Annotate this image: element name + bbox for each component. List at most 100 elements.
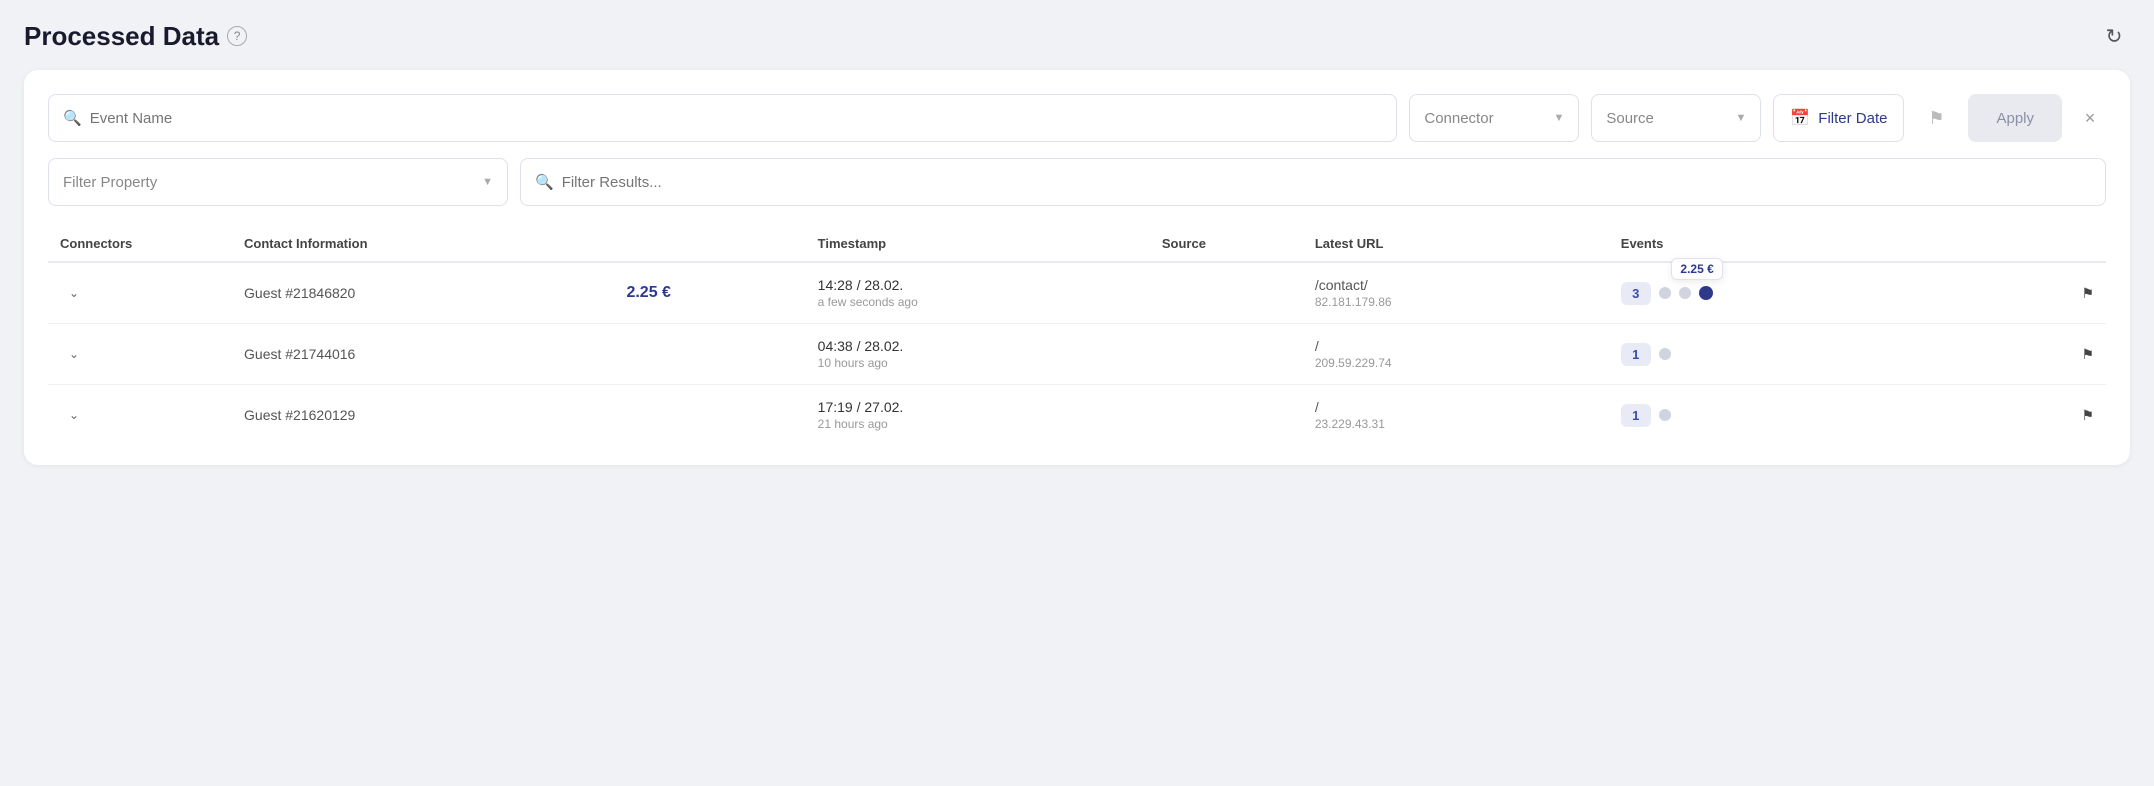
contact-cell: Guest #21846820: [232, 262, 614, 324]
th-flag: [2029, 226, 2106, 262]
close-button[interactable]: ×: [2074, 102, 2106, 134]
filter-row-2: Filter Property ▼ 🔍: [48, 158, 2106, 206]
expand-cell: ⌄: [48, 385, 232, 446]
page-title: Processed Data: [24, 21, 219, 52]
flag-cell[interactable]: ⚑: [2029, 262, 2106, 324]
url-cell: /contact/ 82.181.179.86: [1303, 262, 1609, 324]
filter-property-dropdown[interactable]: Filter Property ▼: [48, 158, 508, 206]
row-flag-icon: ⚑: [2081, 346, 2094, 362]
url-cell: / 209.59.229.74: [1303, 324, 1609, 385]
timestamp-ago: a few seconds ago: [818, 295, 1138, 309]
timestamp-main: 17:19 / 27.02.: [818, 399, 1138, 415]
th-contact-info: Contact Information: [232, 226, 614, 262]
flag-button[interactable]: ⚑: [1916, 94, 1956, 142]
contact-name: Guest #21620129: [244, 407, 355, 423]
th-connectors: Connectors: [48, 226, 232, 262]
th-timestamp: Timestamp: [806, 226, 1150, 262]
source-cell: [1150, 324, 1303, 385]
expand-button[interactable]: ⌄: [60, 340, 88, 368]
source-dropdown[interactable]: Source ▼: [1591, 94, 1761, 142]
event-dot: [1659, 287, 1671, 299]
filter-results-search-icon: 🔍: [535, 173, 554, 191]
flag-cell[interactable]: ⚑: [2029, 324, 2106, 385]
th-price: [614, 226, 805, 262]
th-events: Events: [1609, 226, 2030, 262]
events-cell: 1: [1609, 324, 2030, 385]
url-main: /: [1315, 399, 1597, 415]
connector-label: Connector: [1424, 110, 1493, 127]
connector-chevron-icon: ▼: [1553, 112, 1564, 124]
events-cell: 3 2.25 €: [1609, 262, 2030, 324]
filter-date-button[interactable]: 📅 Filter Date: [1773, 94, 1904, 142]
filter-results-search-wrapper: 🔍: [520, 158, 2106, 206]
event-dot-active: 2.25 €: [1699, 286, 1713, 300]
timestamp-ago: 21 hours ago: [818, 417, 1138, 431]
url-ip: 23.229.43.31: [1315, 417, 1597, 431]
event-name-input[interactable]: [90, 110, 1383, 127]
calendar-icon: 📅: [1790, 108, 1810, 128]
price-cell: [614, 385, 805, 446]
events-cell: 1: [1609, 385, 2030, 446]
table-header-row: Connectors Contact Information Timestamp…: [48, 226, 2106, 262]
table-row: ⌄ Guest #21846820 2.25 € 14:28 / 28.02. a f…: [48, 262, 2106, 324]
filter-property-label: Filter Property: [63, 174, 157, 191]
url-ip: 82.181.179.86: [1315, 295, 1597, 309]
timestamp-cell: 17:19 / 27.02. 21 hours ago: [806, 385, 1150, 446]
page-header: Processed Data ? ↻: [24, 20, 2130, 52]
contact-name: Guest #21744016: [244, 346, 355, 362]
event-count-badge: 1: [1621, 343, 1651, 366]
event-name-search-wrapper: 🔍: [48, 94, 1397, 142]
contact-cell: Guest #21744016: [232, 324, 614, 385]
url-main: /contact/: [1315, 277, 1597, 293]
flag-cell[interactable]: ⚑: [2029, 385, 2106, 446]
url-main: /: [1315, 338, 1597, 354]
events-inner: 3 2.25 €: [1621, 282, 2018, 305]
timestamp-cell: 14:28 / 28.02. a few seconds ago: [806, 262, 1150, 324]
event-dot: [1659, 409, 1671, 421]
table-row: ⌄ Guest #21744016 04:38 / 28.02. 10 hours …: [48, 324, 2106, 385]
price-cell: [614, 324, 805, 385]
data-table: Connectors Contact Information Timestamp…: [48, 226, 2106, 445]
row-flag-icon: ⚑: [2081, 407, 2094, 423]
event-count-badge: 1: [1621, 404, 1651, 427]
timestamp-ago: 10 hours ago: [818, 356, 1138, 370]
help-icon[interactable]: ?: [227, 26, 247, 46]
event-dot: [1679, 287, 1691, 299]
timestamp-main: 04:38 / 28.02.: [818, 338, 1138, 354]
refresh-icon[interactable]: ↻: [2098, 20, 2130, 52]
source-label: Source: [1606, 110, 1654, 127]
timestamp-cell: 04:38 / 28.02. 10 hours ago: [806, 324, 1150, 385]
th-source: Source: [1150, 226, 1303, 262]
timestamp-main: 14:28 / 28.02.: [818, 277, 1138, 293]
search-icon: 🔍: [63, 109, 82, 127]
table-row: ⌄ Guest #21620129 17:19 / 27.02. 21 hours …: [48, 385, 2106, 446]
event-count-badge: 3: [1621, 282, 1651, 305]
source-cell: [1150, 385, 1303, 446]
source-chevron-icon: ▼: [1735, 112, 1746, 124]
contact-name: Guest #21846820: [244, 285, 355, 301]
event-dot: [1659, 348, 1671, 360]
filter-row-1: 🔍 Connector ▼ Source ▼ 📅 Filter Date ⚑ A…: [48, 94, 2106, 142]
row-flag-icon: ⚑: [2081, 285, 2094, 301]
events-inner: 1: [1621, 343, 2018, 366]
price-cell: 2.25 €: [614, 262, 805, 324]
price-value: 2.25 €: [626, 284, 670, 301]
contact-cell: Guest #21620129: [232, 385, 614, 446]
url-ip: 209.59.229.74: [1315, 356, 1597, 370]
data-table-wrapper: Connectors Contact Information Timestamp…: [48, 226, 2106, 445]
price-tooltip: 2.25 €: [1671, 258, 1722, 280]
expand-cell: ⌄: [48, 262, 232, 324]
expand-button[interactable]: ⌄: [60, 279, 88, 307]
url-cell: / 23.229.43.31: [1303, 385, 1609, 446]
connector-dropdown[interactable]: Connector ▼: [1409, 94, 1579, 142]
source-cell: [1150, 262, 1303, 324]
page-title-row: Processed Data ?: [24, 21, 247, 52]
filter-date-label: Filter Date: [1818, 110, 1887, 127]
events-inner: 1: [1621, 404, 2018, 427]
expand-button[interactable]: ⌄: [60, 401, 88, 429]
apply-button[interactable]: Apply: [1968, 94, 2062, 142]
th-latest-url: Latest URL: [1303, 226, 1609, 262]
expand-cell: ⌄: [48, 324, 232, 385]
filter-results-input[interactable]: [562, 174, 2091, 191]
flag-icon: ⚑: [1928, 108, 1944, 129]
